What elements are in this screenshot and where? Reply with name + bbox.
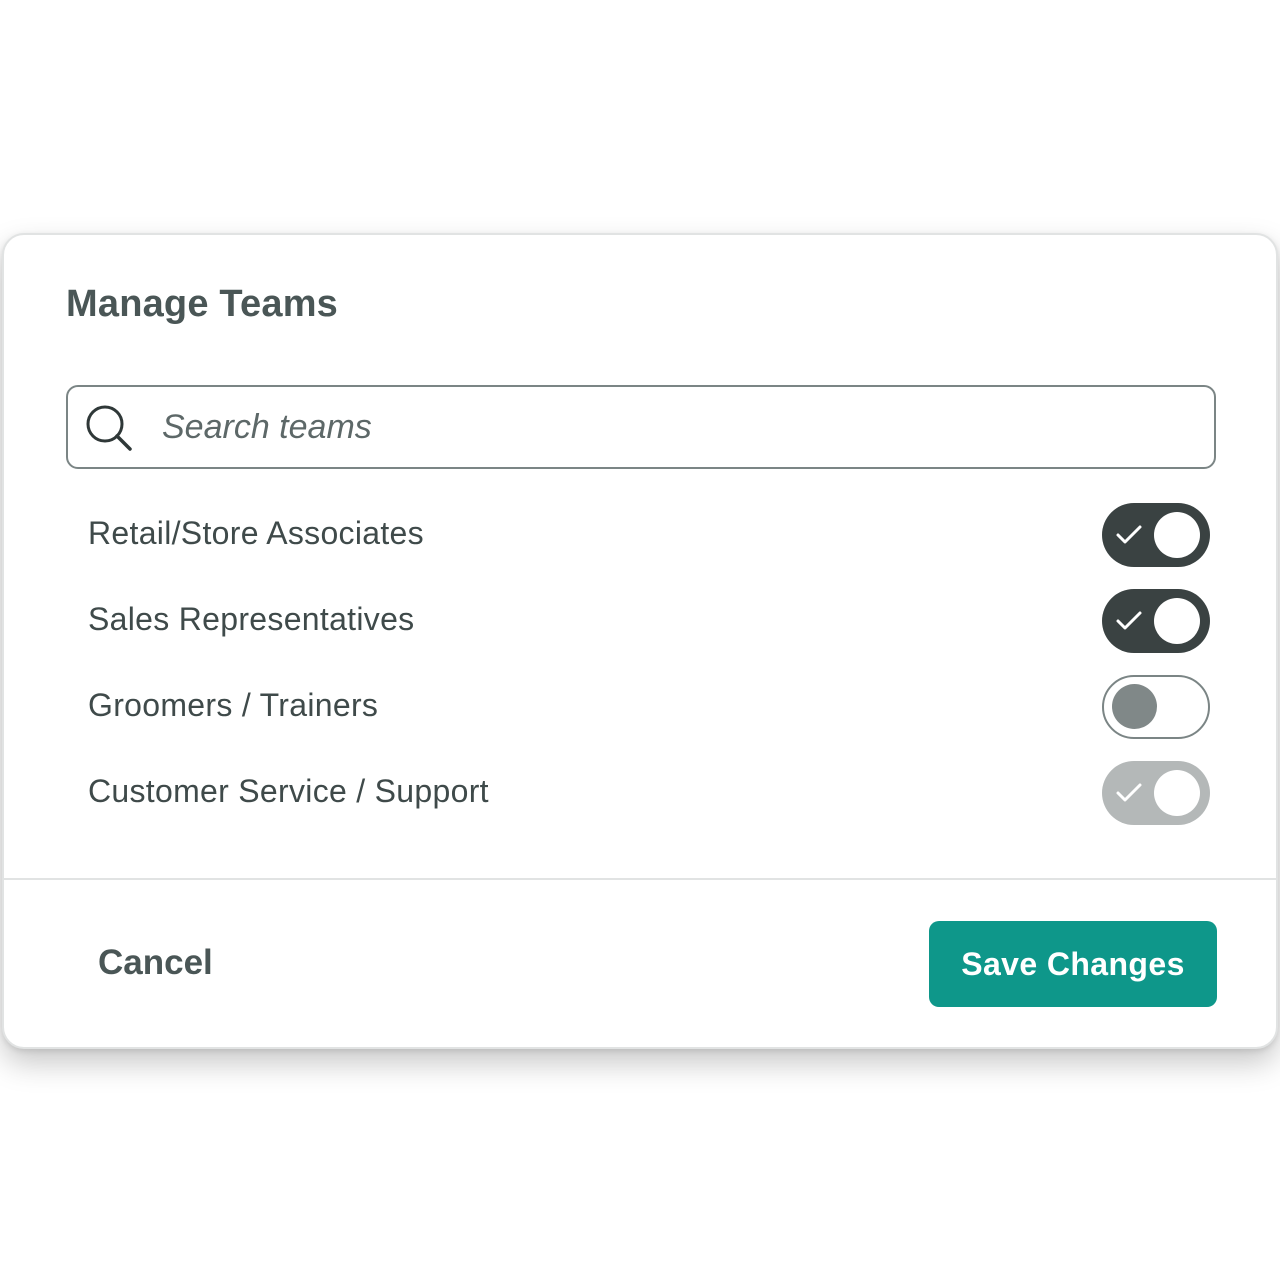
checkmark-icon bbox=[1116, 783, 1142, 802]
save-changes-button[interactable]: Save Changes bbox=[929, 921, 1217, 1007]
toggle-knob bbox=[1112, 684, 1157, 729]
cancel-button[interactable]: Cancel bbox=[72, 921, 239, 1005]
team-toggle-groomers-trainers[interactable] bbox=[1102, 675, 1210, 739]
team-label: Groomers / Trainers bbox=[88, 687, 379, 723]
dialog-title: Manage Teams bbox=[66, 283, 339, 325]
toggle-knob bbox=[1154, 598, 1200, 644]
checkmark-icon bbox=[1116, 525, 1142, 544]
team-toggle-customer-service-support[interactable] bbox=[1102, 761, 1210, 825]
team-row-sales-representatives: Sales Representatives bbox=[88, 577, 1210, 663]
team-label: Sales Representatives bbox=[88, 601, 415, 637]
team-toggle-retail-store-associates[interactable] bbox=[1102, 503, 1210, 567]
checkmark-icon bbox=[1116, 611, 1142, 630]
footer-divider bbox=[4, 878, 1276, 880]
search-field[interactable] bbox=[66, 385, 1216, 469]
team-list: Retail/Store Associates Sales Representa… bbox=[88, 491, 1210, 835]
toggle-knob bbox=[1154, 512, 1200, 558]
team-row-groomers-trainers: Groomers / Trainers bbox=[88, 663, 1210, 749]
team-toggle-sales-representatives[interactable] bbox=[1102, 589, 1210, 653]
team-row-customer-service-support: Customer Service / Support bbox=[88, 749, 1210, 835]
team-label: Customer Service / Support bbox=[88, 773, 489, 809]
manage-teams-dialog: Manage Teams Retail/Store Associates Sal… bbox=[2, 233, 1278, 1049]
search-icon bbox=[86, 405, 132, 451]
toggle-knob bbox=[1154, 770, 1200, 816]
team-label: Retail/Store Associates bbox=[88, 515, 424, 551]
search-input[interactable] bbox=[162, 405, 1192, 449]
team-row-retail-store-associates: Retail/Store Associates bbox=[88, 491, 1210, 577]
